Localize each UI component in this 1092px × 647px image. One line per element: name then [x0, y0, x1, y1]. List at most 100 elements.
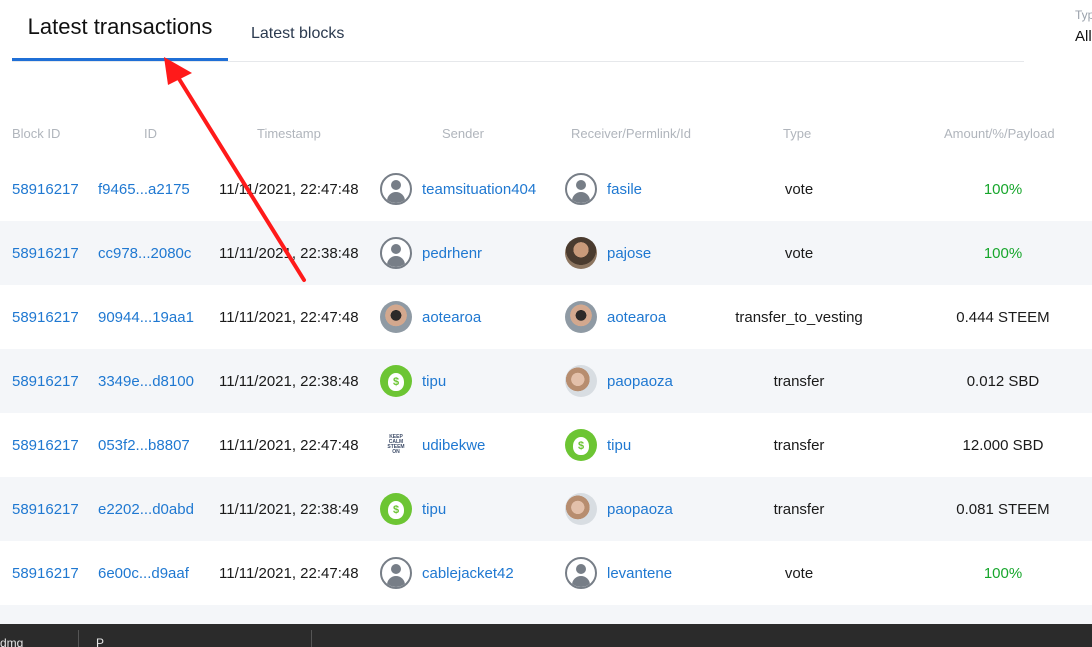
operation-type: vote — [784, 244, 814, 262]
operation-type: transfer — [773, 500, 825, 518]
transaction-id-link[interactable]: 6e00c...d9aaf — [98, 541, 189, 605]
table-row: 58916217 90944...19aa1 11/11/2021, 22:47:4… — [0, 285, 1092, 349]
block-id-link[interactable]: 58916217 — [12, 349, 79, 413]
transaction-id-link[interactable]: 90944...19aa1 — [98, 285, 194, 349]
timestamp: 11/11/2021, 22:38:48 — [219, 372, 359, 390]
bottom-dock-bar: dmg P — [0, 624, 1092, 647]
sender-cell: pedrhenr — [380, 221, 482, 285]
keep-calm-steem-on-avatar: KEEP CALM STEEM ON — [380, 429, 412, 461]
photo-avatar — [565, 237, 597, 269]
block-id-link[interactable]: 58916217 — [12, 413, 79, 477]
receiver-link[interactable]: fasile — [607, 181, 642, 198]
transaction-id-link[interactable]: 053f2...b8807 — [98, 413, 190, 477]
timestamp: 11/11/2021, 22:38:49 — [219, 500, 359, 518]
sender-link[interactable]: udibekwe — [422, 437, 485, 454]
tab-bar: Latest transactions Latest blocks — [12, 0, 1024, 62]
type-filter-label: Typ — [1075, 8, 1092, 22]
sunglasses-photo-avatar — [380, 301, 412, 333]
tab-latest-blocks[interactable]: Latest blocks — [251, 0, 344, 61]
receiver-link[interactable]: paopaoza — [607, 501, 673, 518]
sender-cell: KEEP CALM STEEM ON udibekwe — [380, 413, 485, 477]
money-bag-icon: $ — [380, 365, 412, 397]
table-header: Block ID ID Timestamp Sender Receiver/Pe… — [0, 118, 1092, 148]
amount-value: 100% — [983, 180, 1023, 198]
sender-cell: teamsituation404 — [380, 157, 536, 221]
couple-photo-avatar — [565, 493, 597, 525]
transactions-table-body: 58916217 f9465...a2175 11/11/2021, 22:47:4… — [0, 157, 1092, 625]
column-header-sender: Sender — [442, 126, 484, 141]
block-id-link[interactable]: 58916217 — [12, 157, 79, 221]
amount-value: 0.444 STEEM — [956, 308, 1050, 326]
receiver-cell: paopaoza — [565, 477, 673, 541]
receiver-cell: pajose — [565, 221, 651, 285]
type-filter-value[interactable]: All — [1075, 28, 1092, 45]
operation-type: transfer — [773, 372, 825, 390]
receiver-cell: $ tipu — [565, 413, 631, 477]
receiver-link[interactable]: tipu — [607, 437, 631, 454]
table-row: 58916217 e2202...d0abd 11/11/2021, 22:38:4… — [0, 477, 1092, 541]
table-row: 58916217 cc978...2080c 11/11/2021, 22:38:4… — [0, 221, 1092, 285]
sender-link[interactable]: teamsituation404 — [422, 181, 536, 198]
sender-cell: $ tipu — [380, 349, 446, 413]
column-header-block-id: Block ID — [12, 126, 61, 141]
default-avatar-icon — [380, 557, 412, 589]
dock-item-dmg[interactable]: dmg — [0, 636, 23, 647]
sender-link[interactable]: tipu — [422, 373, 446, 390]
receiver-link[interactable]: levantene — [607, 565, 672, 582]
money-bag-icon: $ — [380, 493, 412, 525]
column-header-amount: Amount/%/Payload — [944, 126, 1055, 141]
operation-type: vote — [784, 180, 814, 198]
transaction-id-link[interactable]: e2202...d0abd — [98, 477, 194, 541]
block-id-link[interactable]: 58916217 — [12, 477, 79, 541]
sender-cell: $ tipu — [380, 477, 446, 541]
amount-value: 12.000 SBD — [962, 436, 1044, 454]
receiver-link[interactable]: aotearoa — [607, 309, 666, 326]
block-id-link[interactable]: 58916217 — [12, 285, 79, 349]
table-row: 58916217 6e00c...d9aaf 11/11/2021, 22:47:4… — [0, 541, 1092, 605]
sender-link[interactable]: aotearoa — [422, 309, 481, 326]
sender-cell: aotearoa — [380, 285, 481, 349]
operation-type: transfer — [773, 436, 825, 454]
block-id-link[interactable]: 58916217 — [12, 221, 79, 285]
table-row: 58916217 3349e...d8100 11/11/2021, 22:38:4… — [0, 349, 1092, 413]
default-avatar-icon — [565, 557, 597, 589]
sender-link[interactable]: pedrhenr — [422, 245, 482, 262]
timestamp: 11/11/2021, 22:47:48 — [219, 180, 359, 198]
transaction-id-link[interactable]: 3349e...d8100 — [98, 349, 194, 413]
table-row: 58916217 f9465...a2175 11/11/2021, 22:47:4… — [0, 157, 1092, 221]
amount-value: 0.012 SBD — [966, 372, 1040, 390]
transaction-id-link[interactable]: f9465...a2175 — [98, 157, 190, 221]
sender-link[interactable]: cablejacket42 — [422, 565, 514, 582]
amount-value: 100% — [983, 564, 1023, 582]
sunglasses-photo-avatar — [565, 301, 597, 333]
timestamp: 11/11/2021, 22:47:48 — [219, 436, 359, 454]
receiver-cell: aotearoa — [565, 285, 666, 349]
amount-value: 0.081 STEEM — [956, 500, 1050, 518]
sender-cell: cablejacket42 — [380, 541, 514, 605]
transactions-page: Latest transactions Latest blocks Typ Al… — [0, 0, 1092, 647]
amount-value: 100% — [983, 244, 1023, 262]
type-filter[interactable]: Typ All — [1075, 8, 1092, 45]
dock-separator — [311, 630, 312, 647]
operation-type: transfer_to_vesting — [735, 308, 863, 326]
dock-separator — [78, 630, 79, 647]
block-id-link[interactable]: 58916217 — [12, 541, 79, 605]
transaction-id-link[interactable]: cc978...2080c — [98, 221, 191, 285]
receiver-link[interactable]: pajose — [607, 245, 651, 262]
timestamp: 11/11/2021, 22:47:48 — [219, 308, 359, 326]
sender-link[interactable]: tipu — [422, 501, 446, 518]
table-row: 58916217 053f2...b8807 11/11/2021, 22:47:4… — [0, 413, 1092, 477]
dock-item-p[interactable]: P — [96, 636, 104, 647]
receiver-cell: fasile — [565, 157, 642, 221]
receiver-link[interactable]: paopaoza — [607, 373, 673, 390]
table-row-partial — [0, 605, 1092, 625]
default-avatar-icon — [380, 237, 412, 269]
column-header-id: ID — [144, 126, 157, 141]
column-header-timestamp: Timestamp — [257, 126, 321, 141]
money-bag-icon: $ — [565, 429, 597, 461]
operation-type: vote — [784, 564, 814, 582]
tab-latest-transactions[interactable]: Latest transactions — [12, 0, 228, 61]
timestamp: 11/11/2021, 22:47:48 — [219, 564, 359, 582]
default-avatar-icon — [565, 173, 597, 205]
timestamp: 11/11/2021, 22:38:48 — [219, 244, 359, 262]
